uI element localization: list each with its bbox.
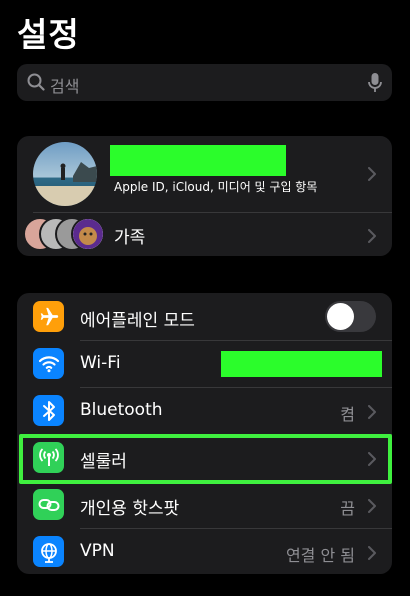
wifi-network-redaction (221, 351, 382, 377)
hotspot-link-icon (33, 489, 64, 520)
profile-avatar (33, 142, 97, 206)
family-label: 가족 (114, 228, 146, 248)
account-name-redaction (110, 145, 286, 176)
airplane-mode-label: 에어플레인 모드 (80, 311, 195, 331)
vpn-globe-icon (33, 536, 64, 567)
bluetooth-status: 켬 (340, 405, 355, 424)
microphone-icon[interactable] (368, 72, 382, 98)
bluetooth-row[interactable]: Bluetooth 켬 (17, 388, 392, 434)
bluetooth-icon (33, 395, 64, 426)
search-placeholder: 검색 (50, 77, 80, 96)
wifi-icon (33, 348, 64, 379)
apple-id-row[interactable]: Apple ID, iCloud, 미디어 및 구입 항목 (17, 136, 392, 212)
chevron-right-icon (368, 545, 376, 564)
chevron-right-icon (368, 498, 376, 517)
search-field[interactable]: 검색 (17, 64, 392, 101)
vpn-row[interactable]: VPN 연결 안 됨 (17, 529, 392, 574)
account-subtitle: Apple ID, iCloud, 미디어 및 구입 항목 (114, 180, 318, 194)
chevron-right-icon (368, 404, 376, 423)
vpn-status: 연결 안 됨 (285, 546, 355, 565)
personal-hotspot-row[interactable]: 개인용 핫스팟 끔 (17, 482, 392, 528)
wifi-row[interactable]: Wi-Fi (17, 341, 392, 387)
airplane-mode-toggle[interactable] (325, 301, 376, 332)
airplane-icon (33, 301, 64, 332)
chevron-right-icon (368, 166, 376, 185)
vpn-label: VPN (80, 541, 115, 561)
wifi-label: Wi-Fi (80, 353, 121, 373)
chevron-right-icon (368, 228, 376, 247)
search-icon (27, 73, 45, 95)
airplane-mode-row: 에어플레인 모드 (17, 293, 392, 340)
personal-hotspot-label: 개인용 핫스팟 (80, 499, 180, 519)
account-group: Apple ID, iCloud, 미디어 및 구입 항목 가족 (17, 136, 392, 256)
bluetooth-label: Bluetooth (80, 400, 163, 420)
family-avatar (71, 217, 105, 251)
cellular-highlight-box (19, 434, 392, 484)
toggle-knob (327, 303, 354, 330)
hotspot-status: 끔 (340, 499, 355, 518)
page-title: 설정 (17, 15, 80, 54)
family-row[interactable]: 가족 (17, 213, 392, 256)
